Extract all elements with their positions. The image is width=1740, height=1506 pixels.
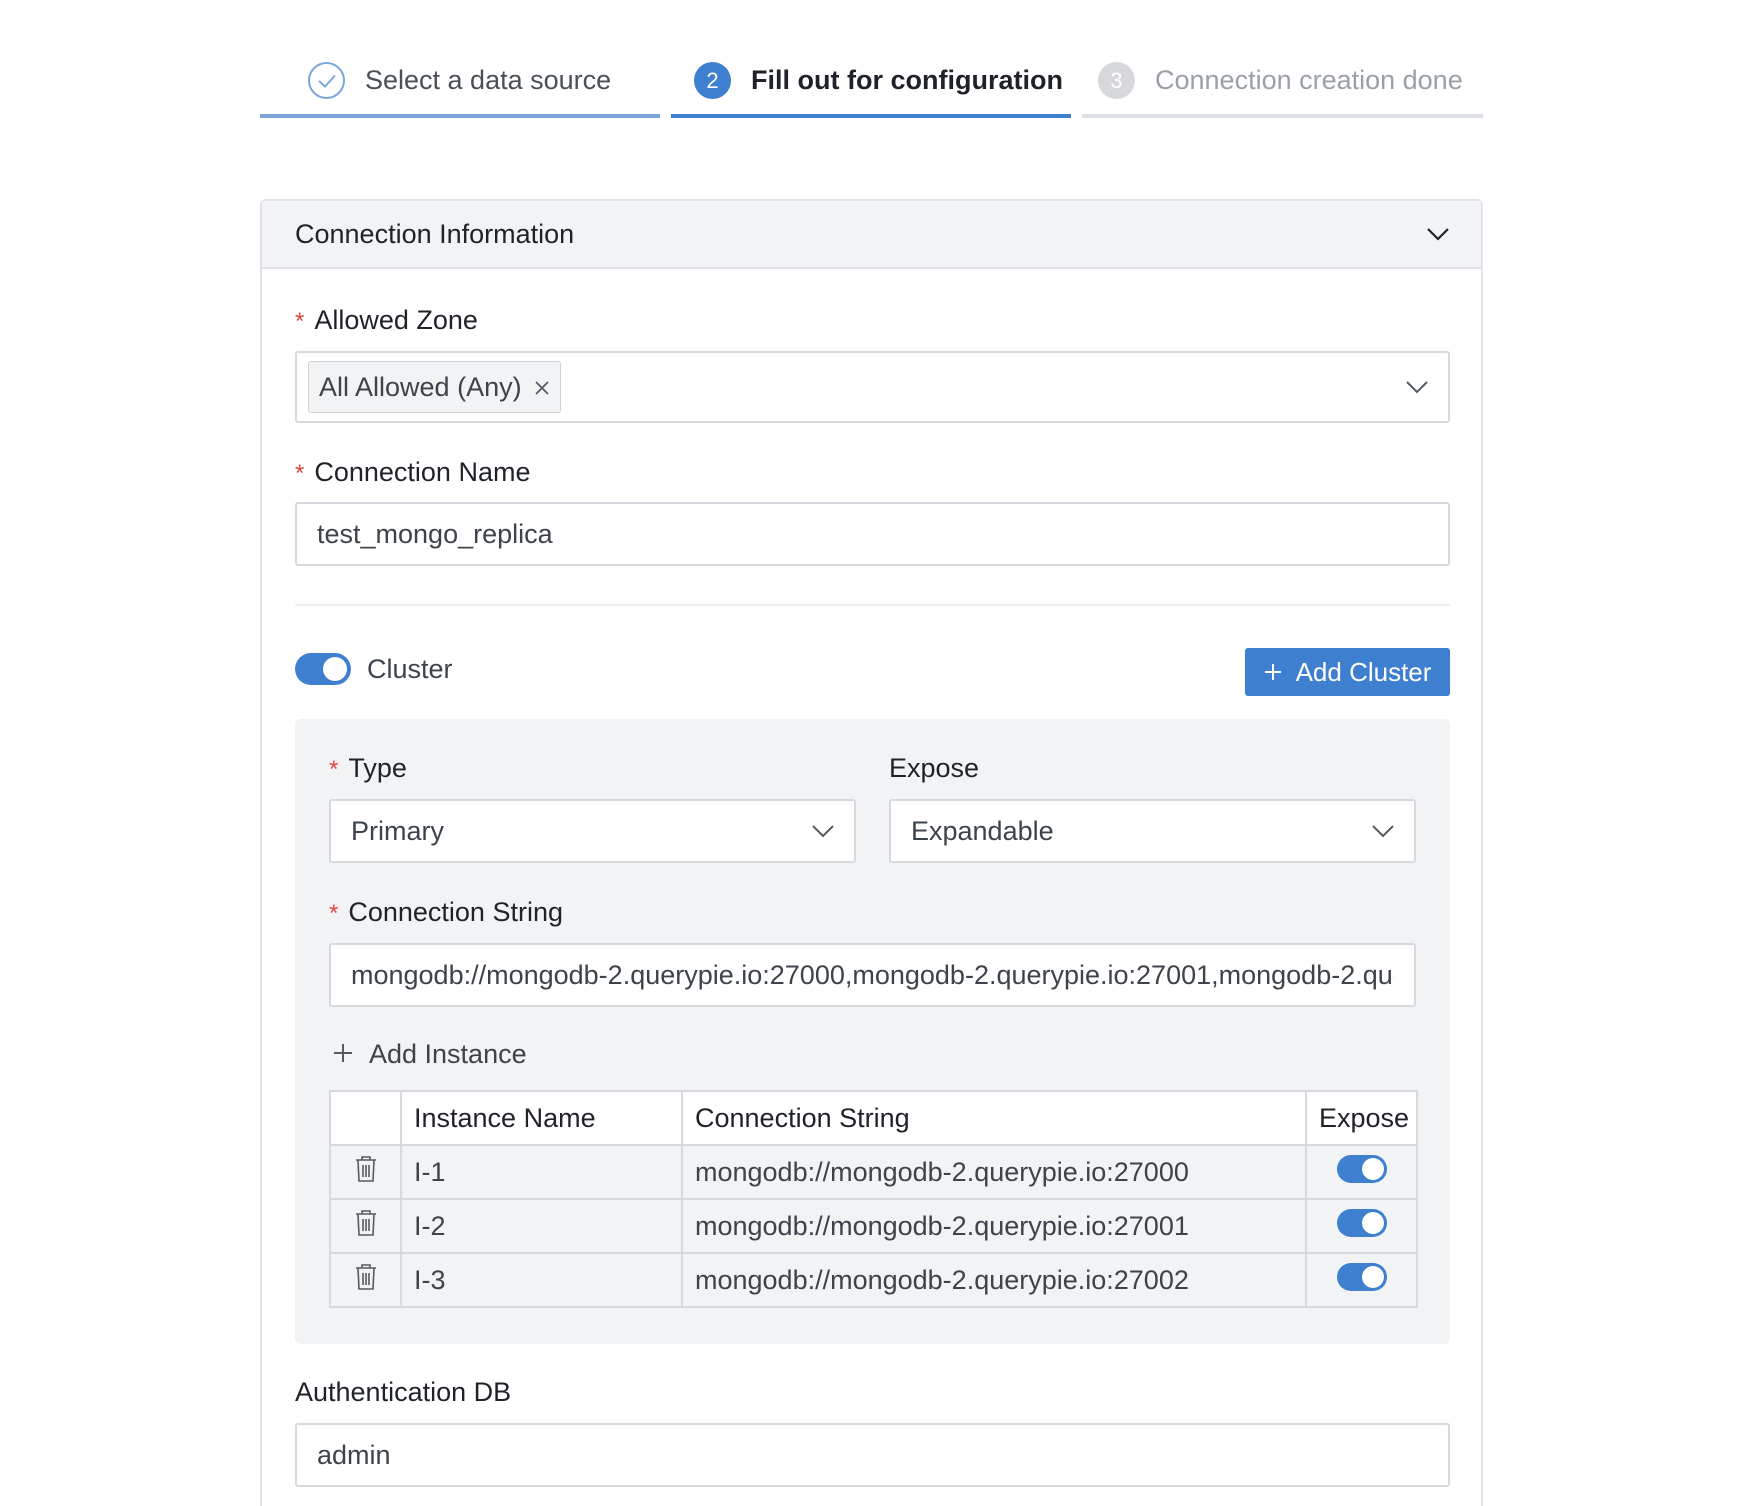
expose-toggle[interactable] — [1336, 1262, 1387, 1291]
step-label: Connection creation done — [1155, 65, 1463, 95]
section-divider — [295, 604, 1450, 606]
instance-name-cell: I-3 — [400, 1252, 683, 1308]
required-mark: * — [295, 460, 305, 487]
step-fill-configuration[interactable]: 2 Fill out for configuration — [671, 52, 1071, 118]
select-value: Expandable — [911, 815, 1054, 846]
step-progress-bar — [671, 114, 1071, 118]
table-row: I-2 mongodb://mongodb-2.querypie.io:2700… — [329, 1198, 1418, 1254]
cluster-panel: * Type Primary Expose Expandable * Connect… — [295, 719, 1450, 1344]
tag-label: All Allowed (Any) — [319, 371, 522, 402]
label-text: Type — [348, 753, 407, 783]
step-progress-bar — [260, 114, 660, 118]
chevron-down-icon[interactable] — [1427, 223, 1449, 245]
plus-icon — [333, 1039, 353, 1070]
allowed-zone-tag: All Allowed (Any) — [308, 361, 561, 413]
add-instance-button[interactable]: Add Instance — [333, 1039, 527, 1070]
trash-icon[interactable] — [355, 1209, 377, 1242]
chevron-down-icon — [1406, 376, 1428, 398]
required-mark: * — [295, 308, 305, 335]
card-header[interactable]: Connection Information — [262, 201, 1481, 269]
allowed-zone-label: * Allowed Zone — [295, 305, 478, 336]
connection-string-cell: mongodb://mongodb-2.querypie.io:27001 — [681, 1198, 1307, 1254]
expose-cell — [1305, 1198, 1418, 1254]
label-text: Connection Name — [314, 457, 531, 487]
connection-information-card: Connection Information * Allowed Zone All… — [260, 199, 1483, 1506]
delete-cell — [329, 1198, 402, 1254]
cluster-toggle-label: Cluster — [367, 653, 453, 684]
table-header-row: Instance Name Connection String Expose — [329, 1090, 1418, 1146]
toggle-knob — [1361, 1265, 1384, 1288]
authentication-db-label: Authentication DB — [295, 1377, 512, 1407]
card-title: Connection Information — [295, 218, 575, 249]
toggle-knob — [1361, 1211, 1384, 1234]
toggle-knob — [1361, 1157, 1384, 1180]
expose-select[interactable]: Expandable — [889, 799, 1416, 863]
column-header-expose: Expose — [1305, 1090, 1418, 1146]
connection-name-label: * Connection Name — [295, 457, 530, 488]
label-text: Allowed Zone — [314, 305, 478, 335]
trash-icon[interactable] — [355, 1263, 377, 1296]
expose-cell — [1305, 1144, 1418, 1200]
add-cluster-button[interactable]: Add Cluster — [1245, 648, 1450, 696]
select-value: All Allowed (Any) — [308, 361, 1406, 413]
step-number-badge: 2 — [694, 62, 731, 99]
table-row: I-1 mongodb://mongodb-2.querypie.io:2700… — [329, 1144, 1418, 1200]
trash-icon[interactable] — [355, 1155, 377, 1188]
delete-cell — [329, 1252, 402, 1308]
chevron-down-icon — [812, 820, 834, 842]
step-number-badge: 3 — [1098, 62, 1135, 99]
instances-table: Instance Name Connection String Expose I… — [329, 1090, 1418, 1308]
allowed-zone-select[interactable]: All Allowed (Any) — [295, 351, 1450, 423]
connection-string-input[interactable]: mongodb://mongodb-2.querypie.io:27000,mo… — [329, 943, 1416, 1007]
delete-cell — [329, 1144, 402, 1200]
plus-icon — [1264, 657, 1282, 688]
connection-string-label: * Connection String — [329, 897, 563, 928]
type-select[interactable]: Primary — [329, 799, 856, 863]
cluster-toggle-row: Cluster — [295, 653, 453, 685]
connection-string-cell: mongodb://mongodb-2.querypie.io:27002 — [681, 1252, 1307, 1308]
connection-name-input[interactable]: test_mongo_replica — [295, 502, 1450, 566]
expose-toggle[interactable] — [1336, 1154, 1387, 1183]
stepper: Select a data source 2 Fill out for conf… — [260, 52, 1483, 118]
column-header-instance-name: Instance Name — [400, 1090, 683, 1146]
instance-name-cell: I-1 — [400, 1144, 683, 1200]
expose-cell — [1305, 1252, 1418, 1308]
expose-toggle[interactable] — [1336, 1208, 1387, 1237]
required-mark: * — [329, 756, 339, 783]
column-header-connection-string: Connection String — [681, 1090, 1307, 1146]
column-header-actions — [329, 1090, 402, 1146]
type-label: * Type — [329, 753, 407, 784]
step-select-data-source[interactable]: Select a data source — [260, 52, 660, 118]
close-icon[interactable] — [534, 372, 550, 403]
step-connection-done[interactable]: 3 Connection creation done — [1082, 52, 1483, 118]
cluster-toggle[interactable] — [295, 653, 351, 685]
expose-label: Expose — [889, 753, 980, 783]
instance-name-cell: I-2 — [400, 1198, 683, 1254]
toggle-knob — [323, 657, 347, 681]
input-value: test_mongo_replica — [317, 518, 553, 549]
step-label: Fill out for configuration — [751, 65, 1063, 95]
chevron-down-icon — [1372, 820, 1394, 842]
required-mark: * — [329, 900, 339, 927]
select-value: Primary — [351, 815, 444, 846]
table-row: I-3 mongodb://mongodb-2.querypie.io:2700… — [329, 1252, 1418, 1308]
connection-string-cell: mongodb://mongodb-2.querypie.io:27000 — [681, 1144, 1307, 1200]
input-value: admin — [317, 1439, 391, 1470]
add-instance-label: Add Instance — [369, 1039, 527, 1069]
step-progress-bar — [1082, 114, 1483, 118]
check-icon — [308, 62, 345, 99]
authentication-db-input[interactable]: admin — [295, 1423, 1450, 1487]
label-text: Connection String — [348, 897, 563, 927]
add-cluster-label: Add Cluster — [1295, 656, 1432, 687]
step-label: Select a data source — [365, 65, 612, 95]
input-value: mongodb://mongodb-2.querypie.io:27000,mo… — [351, 959, 1394, 990]
